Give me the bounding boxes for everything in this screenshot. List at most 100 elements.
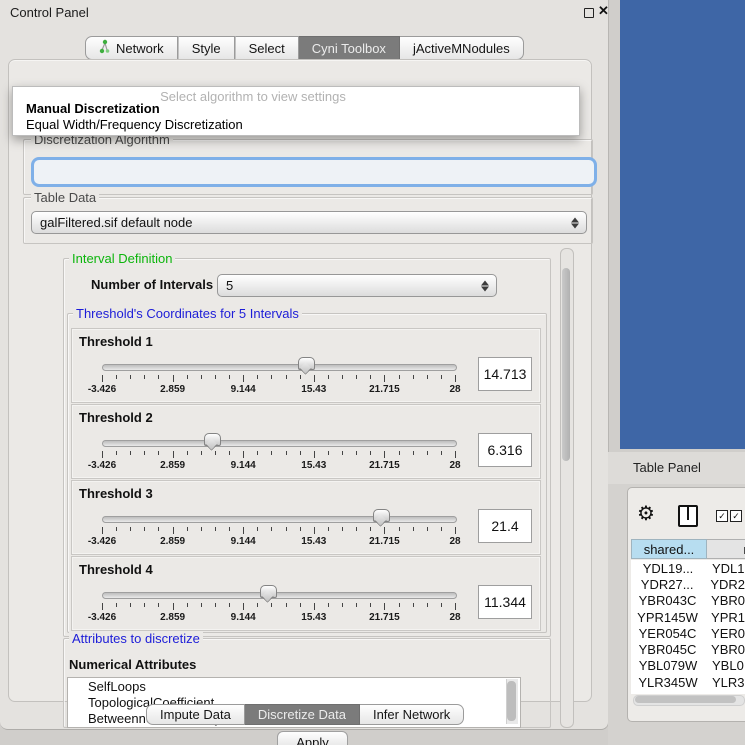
slider-tick [314,451,315,458]
control-panel-window: Control Panel ✕ Network Style Select Cyn… [0,0,609,730]
cell-shared-name: YER054C [631,626,704,641]
slider-tick [116,375,117,379]
popup-item-manual-discretization[interactable]: Manual Discretization [26,101,160,116]
slider-tick [413,603,414,607]
table-data-combo-value: galFiltered.sif default node [40,215,192,230]
slider-tick [229,451,230,455]
table-row[interactable]: YER054CYER0 [631,625,745,641]
cell-name: YPR1 [704,610,745,625]
gear-icon[interactable]: ⚙ [637,501,655,526]
tab-select[interactable]: Select [235,36,299,60]
slider-tick [342,603,343,607]
slider-tick-label: 21.715 [369,536,400,547]
slider-tick [413,451,414,455]
slider-track[interactable] [102,440,457,447]
slider-tick [441,527,442,531]
slider-tick [271,603,272,607]
threshold-label: Threshold 1 [79,334,153,349]
table-row[interactable]: YBL079WYBL0 [631,658,745,674]
threshold-value-field[interactable]: 14.713 [478,357,532,391]
slider-thumb[interactable] [373,509,390,522]
slider-tick [229,603,230,607]
slider-tick [173,527,174,534]
table-data-combo[interactable]: galFiltered.sif default node [31,211,587,234]
table-header-row: shared... n [631,539,745,559]
slider-tick [342,375,343,379]
slider-tick [116,603,117,607]
slider-track[interactable] [102,516,457,523]
checkbox-icon[interactable]: ✓ [730,510,742,522]
slider-tick [399,527,400,531]
slider-tick [201,603,202,607]
combo-stepper-icon [481,280,489,291]
tab-style[interactable]: Style [178,36,235,60]
algorithm-combo[interactable] [31,157,597,187]
numerical-attributes-heading: Numerical Attributes [69,657,196,672]
slider-tick [356,451,357,455]
table-row[interactable]: YDR27...YDR2 [631,576,745,592]
column-header-shared-name[interactable]: shared... [631,539,707,559]
table-row[interactable]: YPR145WYPR1 [631,609,745,625]
slider-tick [356,603,357,607]
slider-tick [427,527,428,531]
slider-thumb[interactable] [260,585,277,598]
split-columns-icon[interactable] [678,505,698,527]
tab-infer-network[interactable]: Infer Network [360,704,464,725]
cyni-toolbox-panel: Discretization Algorithm Table Data galF… [8,59,592,702]
slider-tick [144,375,145,379]
table-row[interactable]: YIL052CYIL0 [631,690,745,694]
tab-cyni-toolbox[interactable]: Cyni Toolbox [299,36,400,60]
slider-tick [441,603,442,607]
slider-tick [215,603,216,607]
table-row[interactable]: YBR045CYBR0 [631,641,745,657]
combo-stepper-icon [571,217,579,228]
slider-tick-label: 15.43 [301,612,326,623]
tab-network[interactable]: Network [85,36,178,60]
table-row[interactable]: YLR345WYLR3 [631,674,745,690]
slider-tick [215,375,216,379]
close-icon[interactable]: ✕ [598,3,609,19]
table-hscrollbar-thumb[interactable] [635,696,736,703]
slider-tick-label: 21.715 [369,460,400,471]
slider-track[interactable] [102,592,457,599]
threshold-value-field[interactable]: 11.344 [478,585,532,619]
checkbox-icon[interactable]: ✓ [716,510,728,522]
panel-vertical-scrollbar[interactable] [560,248,574,728]
slider-tick [243,527,244,534]
slider-tick-label: 9.144 [231,460,256,471]
number-of-intervals-value: 5 [226,278,233,293]
slider-tick [455,451,456,458]
table-row[interactable]: YDL19...YDL1 [631,560,745,576]
slider-tick [413,375,414,379]
slider-tick [370,451,371,455]
table-row[interactable]: YBR043CYBR0 [631,593,745,609]
apply-button[interactable]: Apply [277,731,348,745]
tab-impute-data[interactable]: Impute Data [146,704,245,725]
slider-tick [215,527,216,531]
slider-tick [356,527,357,531]
tab-discretize-data[interactable]: Discretize Data [245,704,360,725]
slider-tick [314,603,315,610]
popup-item-equal-width-frequency[interactable]: Equal Width/Frequency Discretization [26,117,243,132]
slider-track[interactable] [102,364,457,371]
number-of-intervals-combo[interactable]: 5 [217,274,497,297]
slider-tick-label: 2.859 [160,612,185,623]
slider-tick [201,527,202,531]
attributes-scrollbar-thumb[interactable] [507,681,516,721]
slider-thumb[interactable] [204,433,221,446]
slider-tick-label: 21.715 [369,384,400,395]
column-header-name[interactable]: n [707,539,745,559]
threshold-row: Threshold 2-3.4262.8599.14415.4321.71528… [71,404,541,479]
attribute-list-item[interactable]: SelfLoops [68,678,520,694]
float-window-icon[interactable] [584,8,594,18]
threshold-value-field[interactable]: 21.4 [478,509,532,543]
threshold-value-field[interactable]: 6.316 [478,433,532,467]
slider-tick-label: 28 [449,612,460,623]
slider-tick [286,603,287,607]
slider-thumb[interactable] [298,357,315,370]
tab-jactivemnodules[interactable]: jActiveMNodules [400,36,524,60]
slider-tick [370,527,371,531]
slider-tick [300,451,301,455]
scrollbar-thumb[interactable] [562,268,570,461]
slider-tick-label: 2.859 [160,536,185,547]
